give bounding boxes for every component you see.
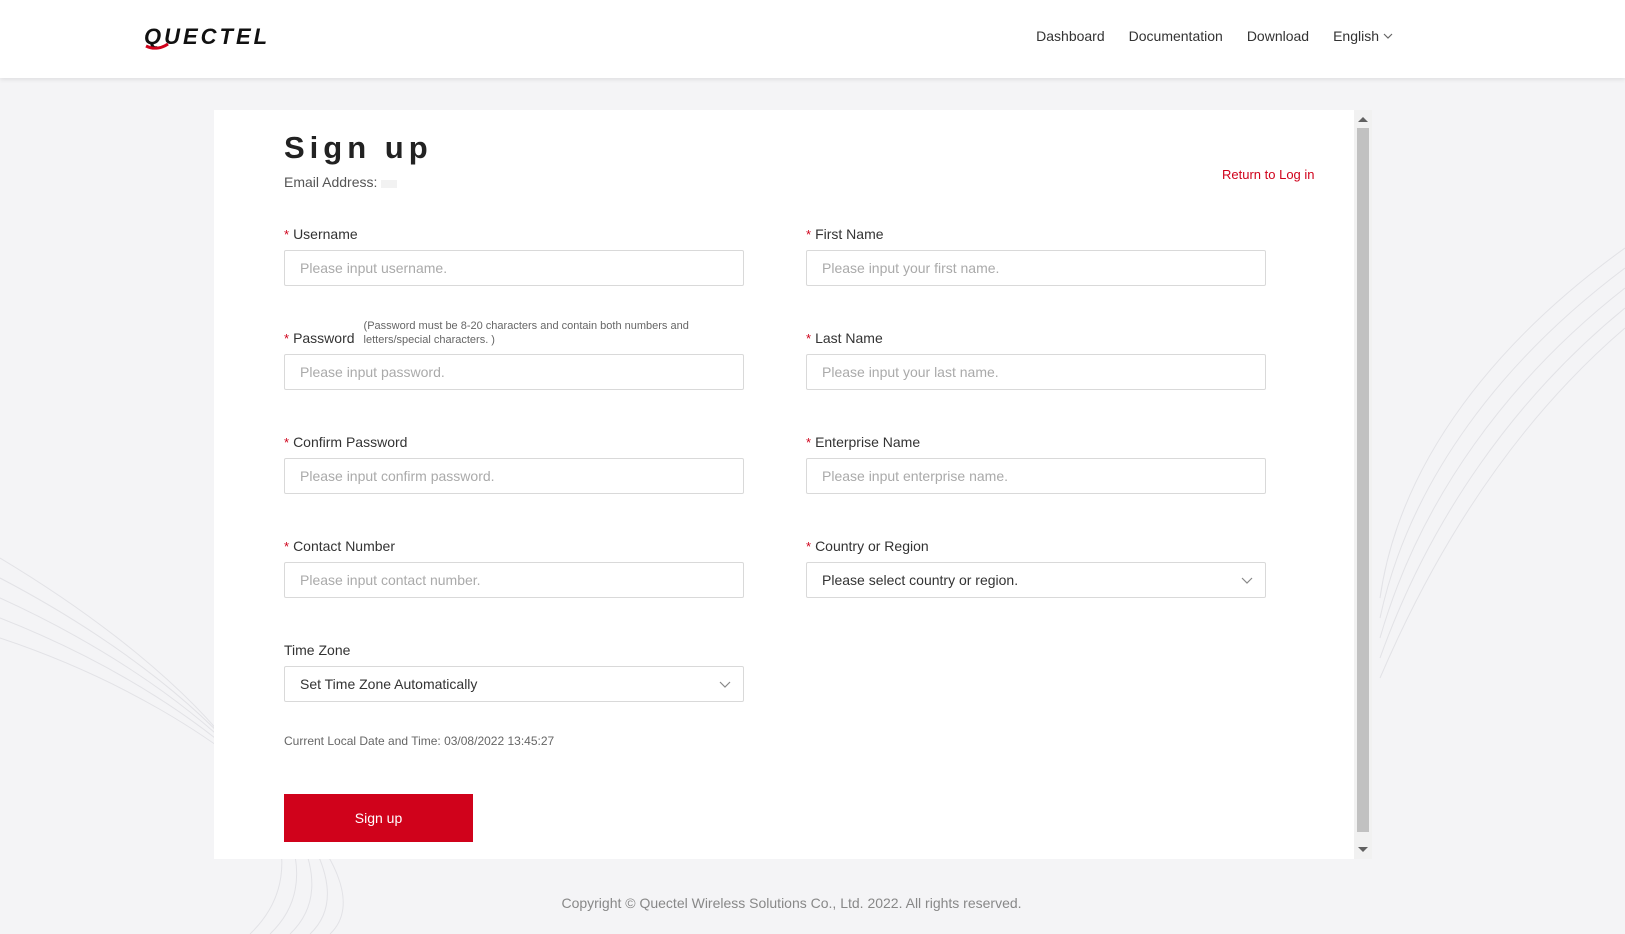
last-name-input[interactable]	[806, 354, 1266, 390]
required-marker: *	[284, 539, 290, 554]
page-title: Sign up	[284, 130, 433, 165]
nav-download[interactable]: Download	[1247, 28, 1309, 44]
enterprise-name-field-group: * Enterprise Name	[806, 430, 1266, 494]
first-name-label: First Name	[815, 226, 884, 242]
country-select-value: Please select country or region.	[822, 572, 1019, 588]
email-address-label: Email Address:	[284, 174, 378, 190]
first-name-input[interactable]	[806, 250, 1266, 286]
confirm-password-input[interactable]	[284, 458, 744, 494]
copyright-footer: Copyright © Quectel Wireless Solutions C…	[561, 895, 1022, 911]
scroll-up-arrow-icon[interactable]	[1358, 117, 1368, 122]
sign-up-button[interactable]: Sign up	[284, 794, 473, 842]
scrollbar-thumb[interactable]	[1357, 128, 1369, 832]
nav-dashboard[interactable]: Dashboard	[1036, 28, 1105, 44]
required-marker: *	[284, 331, 290, 346]
enterprise-name-label: Enterprise Name	[815, 434, 921, 450]
chevron-down-icon	[719, 681, 731, 688]
username-label: Username	[293, 226, 358, 242]
current-local-time: Current Local Date and Time: 03/08/2022 …	[284, 734, 555, 748]
email-address-row: Email Address:	[284, 174, 398, 190]
quectel-logo[interactable]: QUECTEL	[144, 24, 312, 50]
chevron-down-icon	[1241, 577, 1253, 584]
last-name-field-group: * Last Name	[806, 326, 1266, 390]
required-marker: *	[806, 227, 812, 242]
contact-number-label: Contact Number	[293, 538, 395, 554]
return-to-login-link[interactable]: Return to Log in	[1222, 167, 1315, 182]
password-hint: (Password must be 8-20 characters and co…	[363, 320, 689, 346]
main-nav: Dashboard Documentation Download English	[1036, 28, 1393, 44]
first-name-field-group: * First Name	[806, 222, 1266, 286]
required-marker: *	[806, 435, 812, 450]
confirm-password-field-group: * Confirm Password	[284, 430, 744, 494]
country-field-group: * Country or Region Please select country…	[806, 534, 1266, 598]
contact-number-input[interactable]	[284, 562, 744, 598]
confirm-password-label: Confirm Password	[293, 434, 408, 450]
required-marker: *	[806, 539, 812, 554]
time-zone-label: Time Zone	[284, 642, 351, 658]
required-marker: *	[284, 227, 290, 242]
username-input[interactable]	[284, 250, 744, 286]
nav-documentation[interactable]: Documentation	[1129, 28, 1223, 44]
country-label: Country or Region	[815, 538, 929, 554]
required-marker: *	[806, 331, 812, 346]
language-selector[interactable]: English	[1333, 28, 1393, 44]
password-input[interactable]	[284, 354, 744, 390]
signup-card: Sign up Email Address: Return to Log in …	[214, 110, 1372, 859]
last-name-label: Last Name	[815, 330, 883, 346]
required-marker: *	[284, 435, 290, 450]
password-label: Password	[293, 330, 355, 346]
time-zone-select[interactable]: Set Time Zone Automatically	[284, 666, 744, 702]
country-select[interactable]: Please select country or region.	[806, 562, 1266, 598]
username-field-group: * Username	[284, 222, 744, 286]
time-zone-select-value: Set Time Zone Automatically	[300, 676, 478, 692]
time-zone-field-group: Time Zone Set Time Zone Automatically	[284, 638, 744, 702]
top-navigation-bar: QUECTEL Dashboard Documentation Download…	[0, 0, 1625, 78]
chevron-down-icon	[1383, 33, 1393, 39]
email-address-value	[381, 180, 398, 188]
language-label: English	[1333, 28, 1379, 44]
scroll-down-arrow-icon[interactable]	[1358, 847, 1368, 852]
password-field-group: * Password (Password must be 8-20 charac…	[284, 320, 744, 390]
enterprise-name-input[interactable]	[806, 458, 1266, 494]
contact-number-field-group: * Contact Number	[284, 534, 744, 598]
scrollbar[interactable]	[1354, 110, 1372, 859]
